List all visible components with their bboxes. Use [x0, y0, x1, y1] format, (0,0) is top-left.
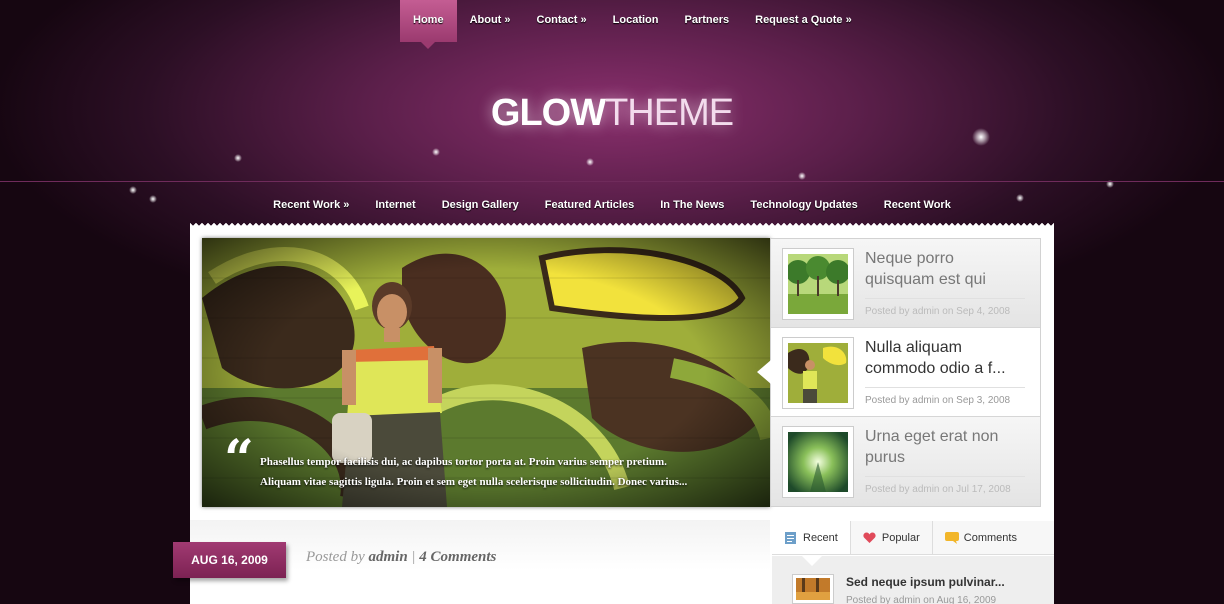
thumbnail-item-active[interactable]: Nulla aliquam commodo odio a f... Posted… [757, 328, 1040, 417]
sparkle-decoration [234, 154, 242, 162]
nav-about[interactable]: About » [457, 0, 524, 42]
thumbnail-meta: Posted by admin on Sep 3, 2008 [865, 387, 1025, 406]
nav-home[interactable]: Home [400, 0, 457, 49]
nav-location[interactable]: Location [600, 0, 672, 42]
site-logo[interactable]: GLOWTHEME [0, 92, 1224, 135]
recent-post-meta: Posted by admin on Aug 16, 2009 [846, 595, 997, 604]
trees-illustration [786, 254, 850, 314]
meta-separator: | [411, 549, 416, 565]
autumn-forest-illustration [796, 578, 830, 600]
cat-in-the-news[interactable]: In The News [647, 199, 737, 211]
thumbnail-meta: Posted by admin on Jul 17, 2008 [865, 476, 1025, 495]
nav-contact[interactable]: Contact » [524, 0, 600, 42]
thumbnail-image [782, 426, 854, 498]
top-navigation: Home About » Contact » Location Partners… [400, 0, 865, 49]
featured-caption-line-2: Aliquam vitae sagittis ligula. Proin et … [260, 476, 688, 488]
tab-recent-label: Recent [803, 531, 838, 544]
thumbnail-title: Nulla aliquam commodo odio a f... [865, 339, 1006, 377]
tab-comments[interactable]: Comments [933, 521, 1029, 554]
heart-icon [863, 532, 876, 544]
sidebar-tabs: Recent Popular Comments [772, 521, 1054, 555]
thumbnail-image [782, 248, 854, 320]
speech-bubble-icon [944, 531, 959, 544]
nav-partners[interactable]: Partners [671, 0, 742, 42]
cat-recent-work-menu[interactable]: Recent Work » [260, 199, 362, 211]
quote-mark-icon: “ [224, 429, 254, 490]
posted-by-label: Posted by [306, 549, 365, 565]
cat-technology-updates[interactable]: Technology Updates [737, 199, 870, 211]
featured-caption: Phasellus tempor facilisis dui, ac dapib… [260, 452, 720, 492]
tab-comments-label: Comments [963, 531, 1017, 544]
thumbnail-item[interactable]: Neque porro quisquam est qui Posted by a… [771, 239, 1040, 328]
thumbnail-item[interactable]: Urna eget erat non purus Posted by admin… [771, 417, 1040, 506]
tab-popular[interactable]: Popular [851, 521, 933, 554]
light-tunnel-illustration [788, 432, 848, 492]
sparkle-decoration [432, 148, 440, 156]
thumbnail-title: Urna eget erat non purus [865, 428, 999, 466]
recent-post-title[interactable]: Sed neque ipsum pulvinar... [846, 575, 1005, 589]
post-meta: Posted by admin | 4 Comments [306, 549, 496, 566]
cat-internet[interactable]: Internet [362, 199, 428, 211]
thumbnail-meta: Posted by admin on Sep 4, 2008 [865, 298, 1025, 317]
cat-featured-articles[interactable]: Featured Articles [532, 199, 647, 211]
post-date-badge: AUG 16, 2009 [173, 542, 286, 578]
logo-part-glow: GLOW [490, 92, 606, 134]
post-author-link[interactable]: admin [368, 549, 407, 565]
post-comments-link[interactable]: 4 Comments [419, 549, 496, 565]
cat-design-gallery[interactable]: Design Gallery [429, 199, 532, 211]
thumbnail-image [782, 337, 854, 409]
logo-part-theme: THEME [605, 92, 734, 134]
sparkle-decoration [798, 172, 806, 180]
document-icon [784, 531, 797, 544]
recent-post-thumbnail[interactable] [792, 574, 834, 604]
cat-recent-work[interactable]: Recent Work [871, 199, 964, 211]
thumbnail-title: Neque porro quisquam est qui [865, 250, 986, 288]
panel-zigzag-edge [190, 223, 1054, 229]
nav-request-quote[interactable]: Request a Quote » [742, 0, 865, 42]
featured-thumbnail-list: Neque porro quisquam est qui Posted by a… [757, 238, 1041, 507]
graffiti-thumbnail-illustration [788, 343, 848, 403]
category-navigation: Recent Work » Internet Design Gallery Fe… [0, 181, 1224, 227]
tab-popular-label: Popular [881, 531, 920, 544]
featured-caption-line-1: Phasellus tempor facilisis dui, ac dapib… [260, 456, 667, 468]
tab-recent[interactable]: Recent [772, 521, 851, 554]
sparkle-decoration [586, 158, 594, 166]
